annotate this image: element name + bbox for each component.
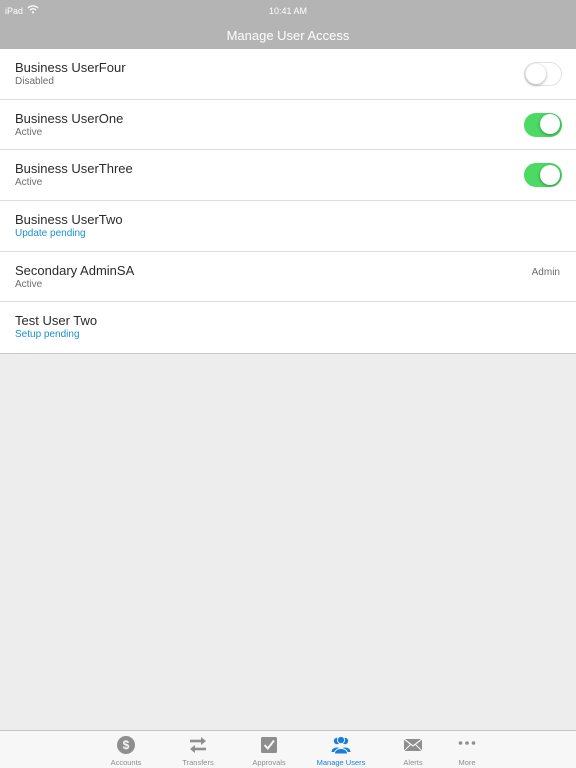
user-role: Admin [531, 266, 560, 278]
tab-manage-users[interactable]: Manage Users [306, 731, 376, 768]
tab-approvals[interactable]: Approvals [234, 731, 304, 768]
user-row[interactable]: Business UserThree Active [0, 150, 576, 202]
user-row[interactable]: Business UserTwo Update pending [0, 201, 576, 252]
tab-accounts[interactable]: $ Accounts [91, 731, 161, 768]
checkbox-icon [261, 737, 277, 753]
user-status: Setup pending [15, 329, 80, 341]
envelope-icon [403, 738, 423, 752]
user-name: Business UserTwo [15, 212, 123, 228]
page-title: Manage User Access [226, 28, 350, 43]
user-status: Active [15, 177, 43, 189]
user-status: Disabled [15, 76, 54, 87]
user-name: Business UserFour [15, 60, 126, 75]
toggle-knob [540, 114, 560, 135]
user-row[interactable]: Business UserFour Disabled [0, 49, 576, 100]
user-list: Business UserFour Disabled Business User… [0, 49, 576, 355]
user-status: Active [15, 126, 43, 138]
toggle-knob [540, 164, 560, 185]
user-status: Update pending [15, 228, 86, 240]
user-row[interactable]: Business UserOne Active [0, 100, 576, 151]
transfer-arrows-icon [190, 737, 206, 753]
user-row[interactable]: Test User Two Setup pending [0, 302, 576, 353]
dollar-icon: $ [117, 736, 135, 754]
svg-text:$: $ [123, 738, 130, 752]
tab-label: Approvals [252, 758, 286, 767]
user-name: Business UserThree [15, 161, 133, 177]
access-toggle[interactable] [524, 112, 562, 137]
user-status: Active [15, 278, 43, 290]
access-toggle[interactable] [524, 62, 562, 86]
toggle-knob [525, 63, 546, 84]
tab-more[interactable]: More [432, 731, 502, 768]
tab-label: Accounts [110, 758, 142, 767]
tab-label: More [458, 758, 476, 767]
status-bar: iPad 10:41 AM [0, 0, 576, 20]
tab-bar: $ Accounts Transfers Approvals Manage Us… [0, 730, 576, 768]
access-toggle[interactable] [524, 163, 562, 188]
user-name: Business UserOne [15, 110, 124, 126]
user-name: Secondary AdminSA [15, 262, 135, 278]
tab-label: Manage Users [316, 758, 366, 767]
user-name: Test User Two [15, 313, 98, 329]
users-icon [331, 735, 351, 755]
header: iPad 10:41 AM Manage User Access [0, 0, 576, 49]
status-time: 10:41 AM [268, 6, 308, 16]
tab-transfers[interactable]: Transfers [163, 731, 233, 768]
more-dots-icon [458, 741, 476, 745]
tab-label: Transfers [182, 758, 214, 767]
user-row[interactable]: Secondary AdminSA Active Admin [0, 252, 576, 303]
